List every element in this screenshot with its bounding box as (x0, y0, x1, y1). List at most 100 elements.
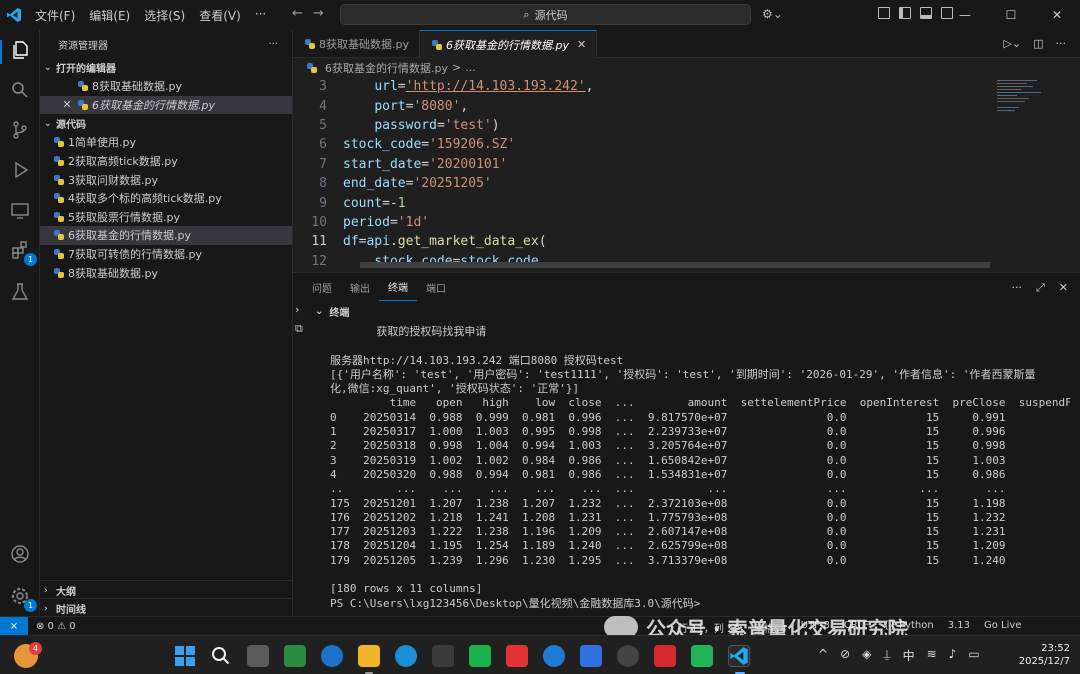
code-line[interactable]: 10 period = '1d' (293, 213, 993, 232)
open-editor-item-active[interactable]: ✕ 6获取基金的行情数据.py (40, 95, 292, 115)
file-item[interactable]: 8获取基础数据.py (40, 263, 292, 282)
terminal-tools-icon[interactable]: ⧉ (295, 322, 311, 336)
open-editor-item[interactable]: 8获取基础数据.py (40, 77, 292, 96)
forward-arrow-icon[interactable]: → (313, 6, 324, 21)
menu-edit[interactable]: 编辑(E) (82, 7, 137, 24)
tray-app-icon[interactable]: ⊘ (840, 647, 850, 664)
menu-selection[interactable]: 选择(S) (137, 7, 192, 24)
tray-shield-icon[interactable]: ◈ (862, 647, 871, 664)
file-item[interactable]: 3获取问财数据.py (40, 170, 292, 189)
app-m-icon[interactable] (580, 645, 602, 667)
status-python-version[interactable]: 3.13 (948, 620, 970, 635)
chevron-right-icon[interactable]: › (295, 303, 311, 316)
code-line[interactable]: 9 count =- 1 (293, 193, 993, 212)
menu-more[interactable]: ··· (248, 7, 273, 24)
code-line[interactable]: 3 url ='http://14.103.193.242', (293, 77, 993, 96)
code-line[interactable]: 4 port = '8080', (293, 96, 993, 115)
run-debug-icon[interactable] (8, 158, 32, 182)
run-python-icon[interactable]: ▷⌄ (1003, 37, 1021, 50)
problems-indicator[interactable]: ⊗ 0 ⚠ 0 (36, 621, 76, 632)
horizontal-scrollbar[interactable] (360, 262, 990, 268)
outlook-app-icon[interactable] (321, 645, 343, 667)
wifi-icon[interactable]: ≋ (927, 647, 937, 664)
wechat-app-icon[interactable] (691, 645, 713, 667)
account-icon[interactable] (8, 542, 32, 566)
browser-app-icon[interactable] (543, 645, 565, 667)
extensions-icon[interactable]: 1 (8, 238, 37, 266)
terminal-header[interactable]: ⌄ 终端 (315, 303, 349, 319)
tray-mic-icon[interactable]: ⍊ (883, 647, 890, 664)
code-line[interactable]: 11 df = api. get_market_data_ex( (293, 232, 993, 251)
tab-6-fund-data[interactable]: 6获取基金的行情数据.py ✕ (420, 30, 598, 58)
tab-problems[interactable]: 问题 (303, 273, 341, 301)
search-view-icon[interactable] (8, 78, 32, 102)
tab-output[interactable]: 输出 (341, 273, 379, 301)
taskbar-search-icon[interactable] (210, 645, 232, 667)
clock[interactable]: 23:52 2025/12/7 (1010, 642, 1070, 668)
close-tab-icon[interactable]: ✕ (577, 38, 586, 51)
windows-start-icon[interactable] (174, 645, 196, 667)
copilot-icon[interactable]: ⚙⌄ (762, 7, 783, 21)
menu-view[interactable]: 查看(V) (192, 7, 248, 24)
minimize-button[interactable]: — (942, 0, 988, 30)
tab-8-basic-data[interactable]: 8获取基础数据.py (293, 30, 420, 58)
settings-gear-icon[interactable]: 1 (8, 584, 37, 612)
explorer-icon[interactable] (8, 38, 32, 62)
app-chrome-icon[interactable] (617, 645, 639, 667)
file-item-selected[interactable]: 6获取基金的行情数据.py (40, 226, 292, 245)
terminal-line: 化,微信:xg_quant', '授权码状态': '正常'}] (330, 382, 580, 396)
folder-section[interactable]: ⌄ 源代码 (40, 114, 292, 133)
more-actions-icon[interactable]: ··· (1056, 37, 1067, 50)
store-app-icon[interactable] (284, 645, 306, 667)
code-line[interactable]: 5 password ='test') (293, 116, 993, 135)
tray-overflow-icon[interactable]: ^ (818, 647, 828, 664)
weather-widget-icon[interactable]: 4 (14, 642, 42, 668)
file-explorer-icon[interactable] (358, 645, 380, 667)
maximize-panel-icon[interactable]: ⤢ (1036, 281, 1045, 295)
code-editor[interactable]: 3 url ='http://14.103.193.242', 4 port = '80… (293, 77, 993, 267)
task-view-icon[interactable] (247, 645, 269, 667)
status-go-live[interactable]: Go Live (984, 620, 1021, 635)
source-control-icon[interactable] (8, 118, 32, 142)
menu-file[interactable]: 文件(F) (28, 7, 82, 24)
panel-more-icon[interactable]: ··· (1011, 281, 1022, 295)
file-item[interactable]: 4获取多个标的高频tick数据.py (40, 189, 292, 208)
minimap[interactable] (994, 77, 1080, 267)
toggle-panel-icon[interactable] (920, 7, 932, 19)
file-item[interactable]: 2获取高频tick数据.py (40, 152, 292, 171)
input-method-indicator[interactable]: 中 (903, 647, 915, 664)
vscode-taskbar-icon[interactable] (728, 645, 750, 667)
remote-explorer-icon[interactable] (8, 198, 32, 222)
app-green-icon[interactable] (469, 645, 491, 667)
close-panel-icon[interactable]: ✕ (1059, 281, 1068, 295)
maximize-button[interactable]: ☐ (988, 0, 1034, 30)
testing-flask-icon[interactable] (8, 280, 32, 304)
code-line[interactable]: 8 end_date = '20251205' (293, 174, 993, 193)
back-arrow-icon[interactable]: ← (292, 6, 303, 21)
tab-ports[interactable]: 端口 (417, 273, 455, 301)
file-item[interactable]: 7获取可转债的行情数据.py (40, 245, 292, 264)
open-editors-section[interactable]: ⌄ 打开的编辑器 (40, 58, 292, 77)
customize-layout-icon[interactable] (878, 7, 890, 19)
command-center-search[interactable]: ⌕ 源代码 (340, 4, 751, 25)
explorer-more-button[interactable]: ··· (268, 39, 278, 50)
app-cube-icon[interactable] (432, 645, 454, 667)
tab-terminal[interactable]: 终端 (379, 273, 417, 301)
file-item[interactable]: 5获取股票行情数据.py (40, 208, 292, 227)
split-editor-icon[interactable]: ◫ (1033, 37, 1043, 50)
code-line[interactable]: 6 stock_code = '159206.SZ' (293, 135, 993, 154)
close-editor-icon[interactable]: ✕ (60, 98, 74, 111)
battery-icon[interactable]: ▭ (968, 647, 979, 664)
wps-office-icon[interactable] (506, 645, 528, 667)
breadcrumb-file[interactable]: 6获取基金的行情数据.py (325, 60, 448, 76)
volume-icon[interactable]: ♪ (949, 647, 957, 664)
remote-indicator[interactable]: ⨯ (0, 616, 28, 636)
close-window-button[interactable]: ✕ (1034, 0, 1080, 30)
toggle-sidebar-icon[interactable] (899, 7, 911, 19)
edge-browser-icon[interactable] (395, 645, 417, 667)
app-red-icon[interactable] (654, 645, 676, 667)
code-line[interactable]: 7 start_date = '20200101' (293, 155, 993, 174)
file-item[interactable]: 1简单使用.py (40, 133, 292, 152)
terminal-output[interactable]: 获取的授权码找我申请 服务器http://14.103.193.242 端口808… (330, 325, 1070, 617)
breadcrumb-symbol[interactable]: ... (465, 61, 476, 74)
